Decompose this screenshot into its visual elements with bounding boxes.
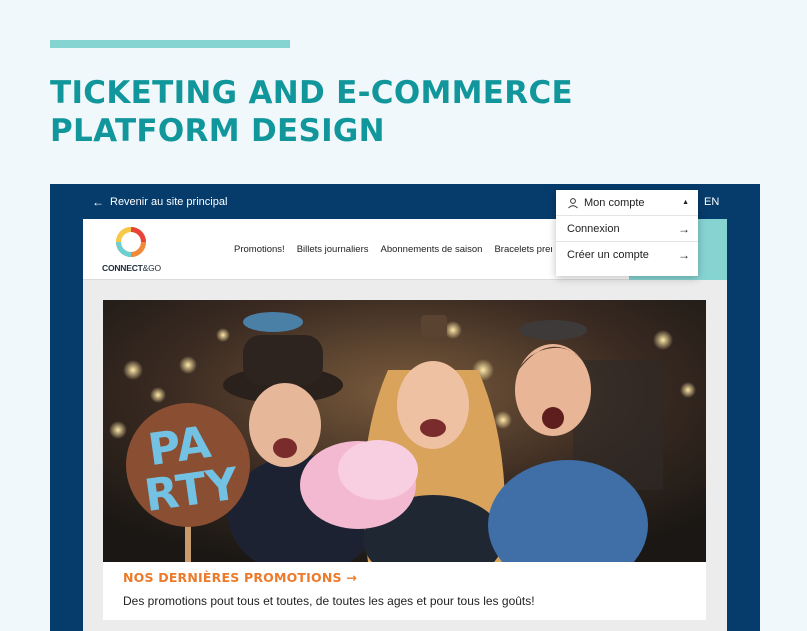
- nav-item-season-passes[interactable]: Abonnements de saison: [381, 244, 483, 255]
- connect-go-logo-icon: [116, 227, 146, 257]
- nav-item-daily-tickets[interactable]: Billets journaliers: [297, 244, 369, 255]
- main-nav: Promotions! Billets journaliers Abonneme…: [234, 244, 552, 255]
- menu-item-login[interactable]: Connexion →: [556, 216, 698, 242]
- account-menu-toggle[interactable]: Mon compte ▲: [556, 190, 698, 216]
- logo-wordmark[interactable]: CONNECT&GO: [102, 263, 161, 273]
- arrow-right-icon: →: [678, 248, 690, 262]
- promo-description: Des promotions pout tous et toutes, de t…: [123, 594, 535, 608]
- logo-brand: CONNECT: [102, 263, 143, 273]
- site-page: CONNECT&GO Promotions! Billets journalie…: [83, 219, 727, 631]
- accent-line: [50, 40, 290, 48]
- logo-brand-suffix: &GO: [142, 263, 162, 273]
- headline-line-2: PLATFORM DESIGN: [50, 113, 385, 149]
- promo-card[interactable]: PA RTY NOS DERNIÈRES PROMOTIONS → Des pr…: [103, 300, 706, 620]
- account-dropdown: Mon compte ▲ Connexion → Créer un compte…: [556, 190, 698, 276]
- arrow-right-icon: →: [678, 221, 690, 236]
- page-headline: TICKETING AND E-COMMERCE PLATFORM DESIGN: [50, 74, 573, 150]
- promo-hero-image: PA RTY: [103, 300, 706, 562]
- back-link-label: Revenir au site principal: [110, 196, 228, 208]
- back-to-main-site-link[interactable]: ← Revenir au site principal: [92, 195, 227, 209]
- promo-title-link[interactable]: NOS DERNIÈRES PROMOTIONS →: [123, 570, 357, 585]
- menu-item-create-account[interactable]: Créer un compte →: [556, 242, 698, 268]
- menu-item-login-label: Connexion: [567, 222, 620, 235]
- language-switch[interactable]: EN: [704, 196, 719, 208]
- caret-up-icon: ▲: [682, 199, 689, 206]
- user-icon: [568, 197, 578, 208]
- account-menu-label: Mon compte: [584, 196, 645, 209]
- menu-item-create-account-label: Créer un compte: [567, 249, 649, 261]
- headline-line-1: TICKETING AND E-COMMERCE: [50, 75, 573, 111]
- arrow-left-icon: ←: [92, 195, 104, 209]
- nav-item-premium-bracelets[interactable]: Bracelets premium: [494, 244, 552, 255]
- nav-item-promotions[interactable]: Promotions!: [234, 244, 285, 255]
